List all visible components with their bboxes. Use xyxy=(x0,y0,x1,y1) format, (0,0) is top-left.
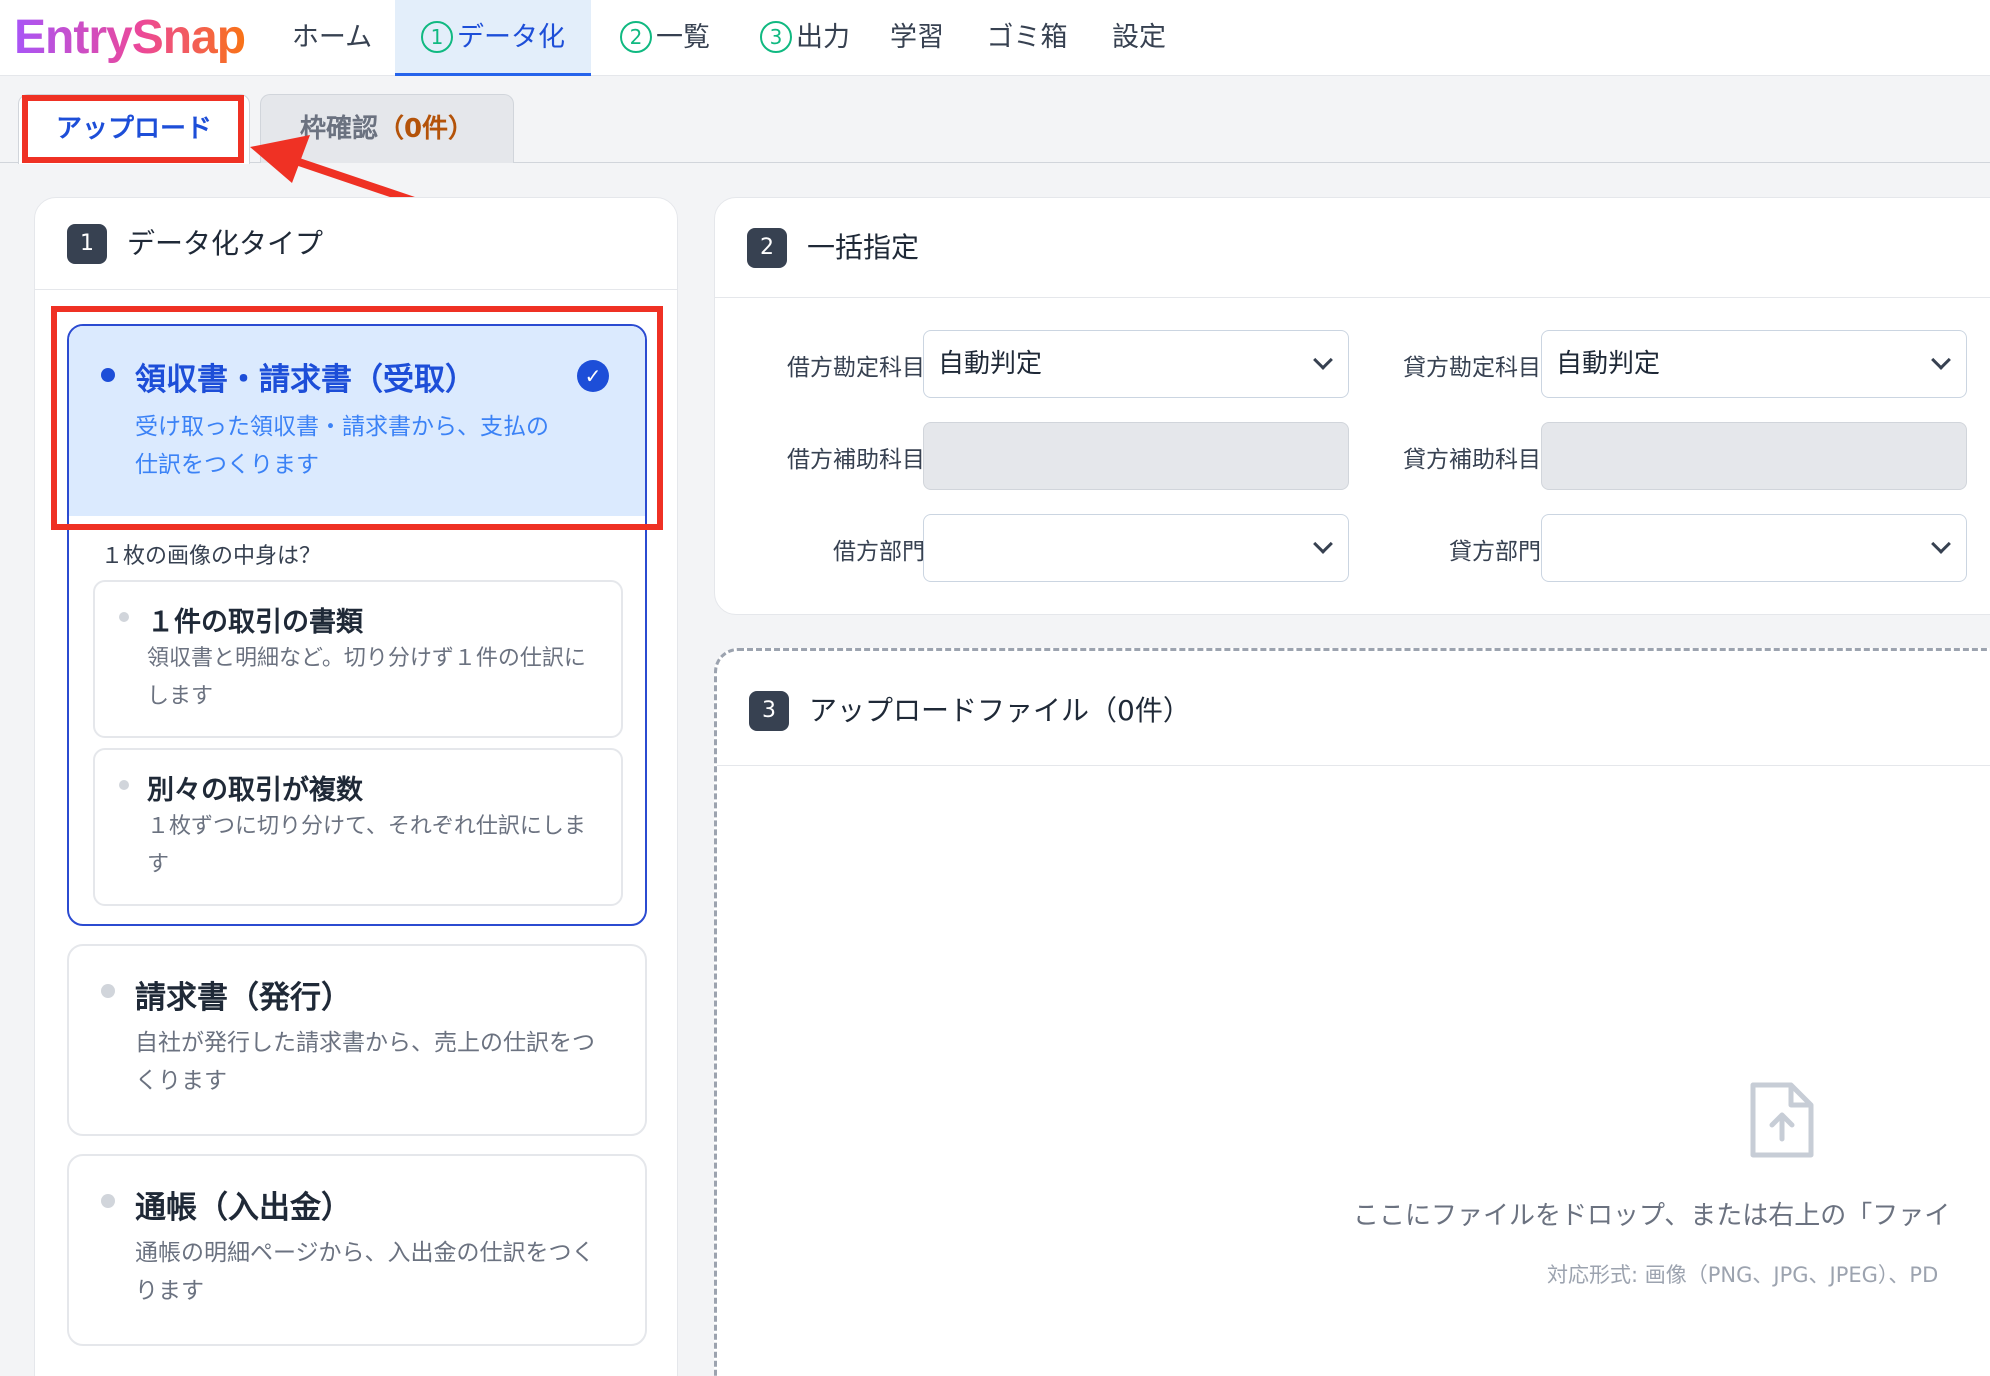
credit-sub-account-label: 貸方補助科目 xyxy=(1403,447,1541,473)
section-number-badge: 2 xyxy=(747,228,787,268)
app-logo[interactable]: EntrySnap xyxy=(14,12,246,64)
option-single-transaction[interactable]: １件の取引の書類 領収書と明細など。切り分けず１件の仕訳にします xyxy=(93,580,623,738)
option-title: 別々の取引が複数 xyxy=(147,775,363,806)
file-dropzone[interactable]: 3 アップロードファイル（0件） ここにファイルをドロップ、または右上の「ファイ… xyxy=(714,648,1990,1376)
option-bullet-icon xyxy=(119,612,129,622)
highlight-box-upload-tab xyxy=(22,95,244,163)
nav-data-entry[interactable]: 1 データ化 xyxy=(395,0,591,76)
card-title: 通帳（入出金） xyxy=(135,1190,352,1226)
drop-instruction: ここにファイルをドロップ、または右上の「ファイ xyxy=(1353,1201,1951,1231)
option-description: １枚ずつに切り分けて、それぞれ仕訳にします xyxy=(147,814,586,877)
chevron-down-icon xyxy=(1931,534,1951,554)
type-card-invoice-issued[interactable]: 請求書（発行） 自社が発行した請求書から、売上の仕訳をつくります xyxy=(67,944,647,1136)
chevron-down-icon xyxy=(1931,350,1951,370)
panel-divider xyxy=(717,765,1990,766)
data-type-title: データ化タイプ xyxy=(127,227,324,260)
image-content-question: １枚の画像の中身は？ xyxy=(101,544,322,569)
supported-formats: 対応形式: 画像（PNG、JPG、JPEG）、PD xyxy=(1547,1263,1939,1287)
option-multiple-transactions[interactable]: 別々の取引が複数 １枚ずつに切り分けて、それぞれ仕訳にします xyxy=(93,748,623,906)
type-card-passbook[interactable]: 通帳（入出金） 通帳の明細ページから、入出金の仕訳をつくります xyxy=(67,1154,647,1346)
highlight-box-selected-type xyxy=(51,306,663,530)
nav-home[interactable]: ホーム xyxy=(282,0,382,76)
nav-export[interactable]: 3 出力 xyxy=(750,0,860,76)
chevron-down-icon xyxy=(1313,534,1333,554)
debit-account-label: 借方勘定科目 xyxy=(787,355,925,381)
nav-data-entry-label: データ化 xyxy=(457,22,565,53)
nav-settings[interactable]: 設定 xyxy=(1104,0,1174,76)
panel-divider xyxy=(35,289,677,290)
bulk-setting-title: 一括指定 xyxy=(807,231,920,264)
credit-account-label: 貸方勘定科目 xyxy=(1403,355,1541,381)
option-title: １件の取引の書類 xyxy=(147,607,363,638)
option-bullet-icon xyxy=(119,780,129,790)
file-upload-icon xyxy=(1750,1082,1814,1158)
bullet-icon xyxy=(101,984,115,998)
section-number-badge: 1 xyxy=(67,224,107,264)
debit-account-value: 自動判定 xyxy=(938,349,1043,379)
top-nav: EntrySnap ホーム 1 データ化 2 一覧 3 出力 学習 ゴミ箱 設定 xyxy=(0,0,1990,76)
data-type-panel: 1 データ化タイプ 領収書・請求書（受取） ✓ 受け取った領収書・請求書から、支… xyxy=(34,197,678,1376)
debit-sub-account-field xyxy=(923,422,1349,490)
chevron-down-icon xyxy=(1313,350,1333,370)
debit-department-select[interactable] xyxy=(923,514,1349,582)
card-title: 請求書（発行） xyxy=(135,980,352,1016)
credit-account-select[interactable]: 自動判定 xyxy=(1541,330,1967,398)
upload-files-title: アップロードファイル（0件） xyxy=(809,694,1191,727)
debit-account-select[interactable]: 自動判定 xyxy=(923,330,1349,398)
nav-trash[interactable]: ゴミ箱 xyxy=(982,0,1072,76)
nav-list[interactable]: 2 一覧 xyxy=(610,0,720,76)
debit-sub-account-label: 借方補助科目 xyxy=(787,447,925,473)
panel-divider xyxy=(715,297,1990,298)
card-description: 自社が発行した請求書から、売上の仕訳をつくります xyxy=(135,1030,595,1094)
debit-department-label: 借方部門 xyxy=(833,539,925,565)
card-description: 通帳の明細ページから、入出金の仕訳をつくります xyxy=(135,1240,595,1304)
step-2-icon: 2 xyxy=(620,20,652,53)
nav-export-label: 出力 xyxy=(796,22,850,53)
bullet-icon xyxy=(101,1194,115,1208)
nav-list-label: 一覧 xyxy=(656,22,710,53)
option-description: 領収書と明細など。切り分けず１件の仕訳にします xyxy=(147,646,586,709)
section-number-badge: 3 xyxy=(749,691,789,731)
credit-department-select[interactable] xyxy=(1541,514,1967,582)
step-1-icon: 1 xyxy=(421,20,453,53)
step-3-icon: 3 xyxy=(760,20,792,53)
nav-learning[interactable]: 学習 xyxy=(882,0,952,76)
credit-account-value: 自動判定 xyxy=(1556,349,1661,379)
bulk-setting-panel: 2 一括指定 借方勘定科目 自動判定 貸方勘定科目 自動判定 借方補助科目 貸方… xyxy=(714,197,1990,615)
credit-department-label: 貸方部門 xyxy=(1449,539,1541,565)
credit-sub-account-field xyxy=(1541,422,1967,490)
